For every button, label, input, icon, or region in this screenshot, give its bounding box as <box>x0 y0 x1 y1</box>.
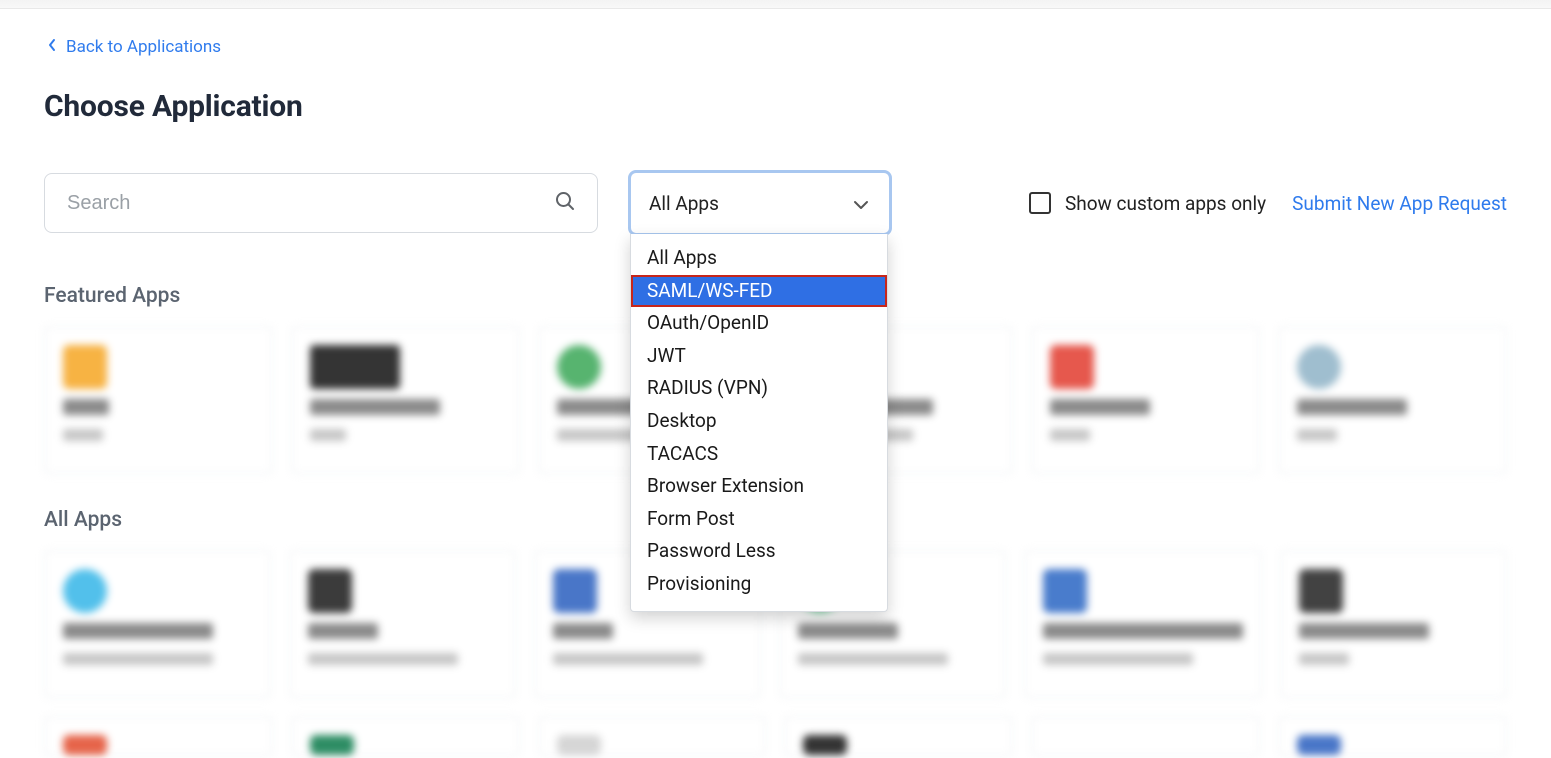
app-icon <box>310 345 400 389</box>
app-card[interactable] <box>44 716 273 756</box>
back-to-applications-link[interactable]: Back to Applications <box>44 29 221 57</box>
app-type-dropdown-menu: All AppsSAML/WS-FEDOAuth/OpenIDJWTRADIUS… <box>630 234 888 612</box>
app-icon <box>310 735 354 755</box>
app-card[interactable] <box>1278 716 1507 756</box>
app-subtitle <box>310 429 346 441</box>
search-input-container[interactable] <box>44 173 598 233</box>
back-link-label: Back to Applications <box>66 37 221 57</box>
dropdown-option[interactable]: All Apps <box>631 242 887 275</box>
app-subtitle <box>308 653 458 665</box>
app-card[interactable] <box>1278 326 1507 474</box>
page-title: Choose Application <box>44 89 1507 124</box>
checkbox-icon <box>1029 192 1051 214</box>
app-icon <box>63 569 107 613</box>
dropdown-option[interactable]: OAuth/OpenID <box>631 307 887 340</box>
dropdown-option[interactable]: Desktop <box>631 405 887 438</box>
show-custom-apps-checkbox[interactable]: Show custom apps only <box>1029 192 1266 215</box>
dropdown-option[interactable]: RADIUS (VPN) <box>631 372 887 405</box>
app-icon <box>557 735 601 755</box>
app-subtitle <box>63 653 213 665</box>
submit-new-app-request-link[interactable]: Submit New App Request <box>1292 192 1507 215</box>
dropdown-option[interactable]: Provisioning <box>631 568 887 601</box>
dropdown-option[interactable]: Form Post <box>631 503 887 536</box>
app-icon <box>1297 345 1341 389</box>
all-apps-grid-row2 <box>44 716 1507 756</box>
app-card[interactable] <box>44 326 273 474</box>
app-icon <box>803 735 847 755</box>
app-name <box>63 623 213 639</box>
app-card[interactable] <box>291 326 520 474</box>
app-name <box>798 623 898 639</box>
app-name <box>1297 399 1407 415</box>
chevron-down-icon <box>853 192 869 215</box>
app-icon <box>63 345 107 389</box>
app-name <box>1043 623 1243 639</box>
dropdown-option[interactable]: JWT <box>631 340 887 373</box>
chevron-left-icon <box>48 37 56 57</box>
app-card[interactable] <box>784 716 1013 756</box>
app-name <box>310 399 440 415</box>
app-card[interactable] <box>289 550 516 698</box>
app-icon <box>557 345 601 389</box>
dropdown-option[interactable]: Password Less <box>631 535 887 568</box>
app-name <box>553 623 613 639</box>
app-icon <box>1299 569 1343 613</box>
app-type-dropdown[interactable]: All Apps <box>628 170 892 236</box>
app-icon <box>308 569 352 613</box>
app-name <box>308 623 378 639</box>
app-subtitle <box>1299 653 1349 665</box>
app-card[interactable] <box>291 716 520 756</box>
app-icon <box>1050 735 1094 755</box>
app-subtitle <box>1050 429 1090 441</box>
app-card[interactable] <box>1031 716 1260 756</box>
search-input[interactable] <box>65 191 553 216</box>
app-icon <box>553 569 597 613</box>
app-subtitle <box>1043 653 1193 665</box>
dropdown-option[interactable]: Browser Extension <box>631 470 887 503</box>
show-custom-apps-label: Show custom apps only <box>1065 192 1266 215</box>
app-card[interactable] <box>1031 326 1260 474</box>
dropdown-option[interactable]: TACACS <box>631 438 887 471</box>
app-card[interactable] <box>538 716 767 756</box>
app-subtitle <box>553 653 703 665</box>
app-icon <box>1297 735 1341 755</box>
app-subtitle <box>798 653 948 665</box>
app-card[interactable] <box>44 550 271 698</box>
app-icon <box>1050 345 1094 389</box>
search-icon <box>553 189 577 217</box>
app-card[interactable] <box>1280 550 1507 698</box>
app-name <box>1050 399 1150 415</box>
app-subtitle <box>63 429 103 441</box>
dropdown-option[interactable]: SAML/WS-FED <box>631 275 887 308</box>
dropdown-selected-label: All Apps <box>649 192 719 215</box>
app-subtitle <box>1297 429 1337 441</box>
app-card[interactable] <box>1024 550 1262 698</box>
app-name <box>1299 623 1429 639</box>
app-icon <box>63 735 107 755</box>
app-name <box>63 399 109 415</box>
app-icon <box>1043 569 1087 613</box>
